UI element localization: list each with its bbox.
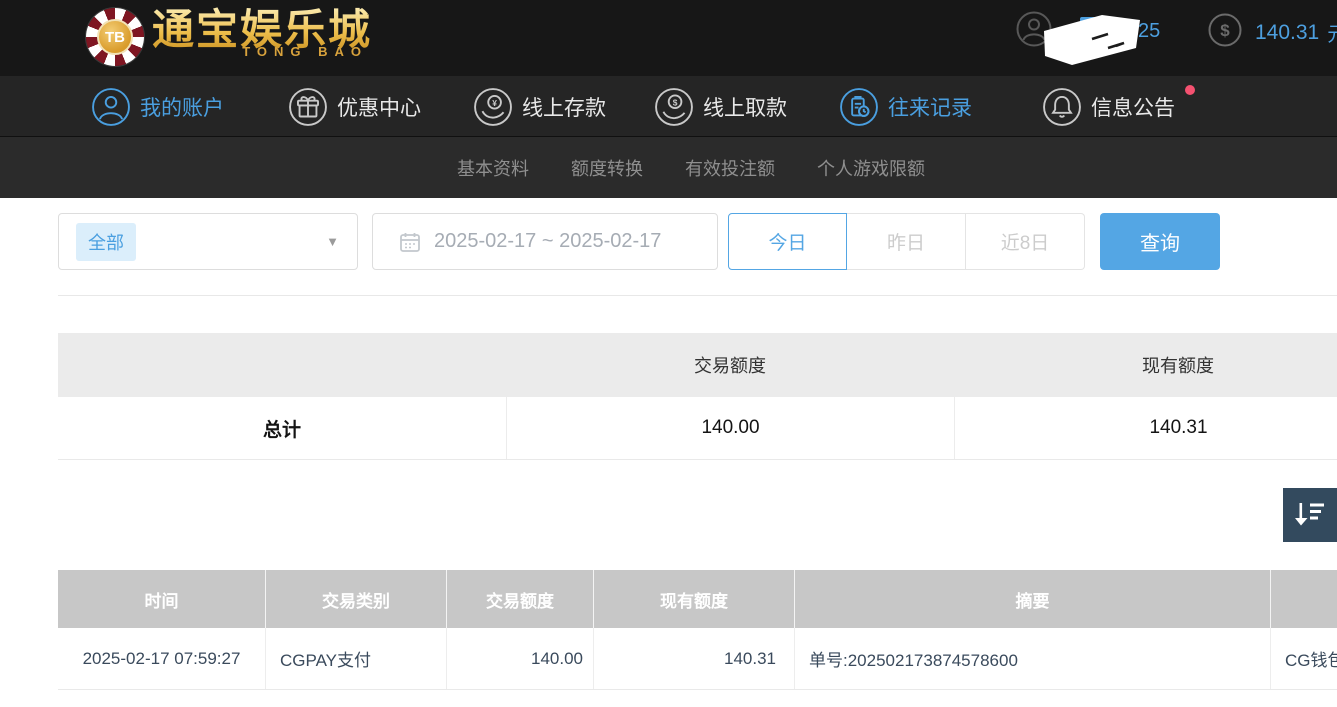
subnav-basic-info[interactable]: 基本资料 <box>457 155 529 181</box>
main-nav: 我的账户 优惠中心 ¥ 线上存款 <box>0 76 1337 137</box>
notification-badge <box>1185 85 1195 95</box>
user-icon <box>1016 11 1052 52</box>
user-account[interactable]: 25 <box>1016 11 1160 52</box>
balance[interactable]: $ 140.31 元 <box>1208 13 1337 52</box>
divider <box>58 295 1337 296</box>
summary-total-transaction-amount: 140.00 <box>506 397 954 459</box>
today-button[interactable]: 今日 <box>728 213 847 270</box>
top-header: TB 通宝娱乐城 TONG BAO 25 <box>0 0 1337 76</box>
svg-text:$: $ <box>1220 21 1230 40</box>
page: TB 通宝娱乐城 TONG BAO 25 <box>0 0 1337 707</box>
tx-col-time: 时间 <box>58 570 266 628</box>
calendar-icon <box>399 231 421 253</box>
summary-col-current-balance: 现有额度 <box>954 352 1337 378</box>
balance-currency: 元 <box>1327 18 1337 47</box>
nav-label: 优惠中心 <box>337 92 421 122</box>
summary-total-label: 总计 <box>58 415 506 442</box>
subnav-game-limits[interactable]: 个人游戏限额 <box>817 155 925 181</box>
summary-total-row: 总计 140.00 140.31 <box>58 397 1337 460</box>
tx-cell-balance: 140.31 <box>594 628 795 689</box>
brand-logo[interactable]: TB 通宝娱乐城 TONG BAO <box>86 2 372 66</box>
subnav-valid-bets[interactable]: 有效投注额 <box>685 155 775 181</box>
tx-cell-time: 2025-02-17 07:59:27 <box>58 628 266 689</box>
quick-date-buttons: 今日 昨日 近8日 <box>728 213 1085 270</box>
table-row: 2025-02-17 07:59:27 CGPAY支付 140.00 140.3… <box>58 628 1337 690</box>
summary-table: 交易额度 现有额度 总计 140.00 140.31 <box>58 333 1337 460</box>
redaction-scribble <box>1042 15 1144 67</box>
tx-cell-summary: 单号:202502173874578600 <box>795 628 1271 689</box>
summary-total-current-balance: 140.31 <box>954 397 1337 459</box>
bell-icon <box>1043 88 1081 126</box>
type-select[interactable]: 全部 ▼ <box>58 213 358 270</box>
sort-button[interactable] <box>1283 488 1337 542</box>
summary-table-header: 交易额度 现有额度 <box>58 333 1337 397</box>
sort-descending-icon <box>1294 501 1326 530</box>
username-visible: 25 <box>1138 20 1160 43</box>
sub-nav: 基本资料 额度转换 有效投注额 个人游戏限额 <box>0 137 1337 198</box>
nav-item-deposit[interactable]: ¥ 线上存款 <box>474 76 606 137</box>
tx-col-amount: 交易额度 <box>447 570 594 628</box>
nav-item-withdraw[interactable]: $ 线上取款 <box>655 76 787 137</box>
last8days-button[interactable]: 近8日 <box>966 213 1085 270</box>
nav-label: 信息公告 <box>1091 92 1175 122</box>
nav-item-announcements[interactable]: 信息公告 <box>1043 76 1175 137</box>
brand-chip-label: TB <box>97 19 133 55</box>
brand-name-en: TONG BAO <box>242 44 372 59</box>
svg-text:$: $ <box>673 97 678 107</box>
query-button[interactable]: 查询 <box>1100 213 1220 270</box>
svg-text:¥: ¥ <box>492 97 497 107</box>
tx-col-type: 交易类别 <box>266 570 447 628</box>
nav-label: 我的账户 <box>140 92 224 122</box>
nav-item-my-account[interactable]: 我的账户 <box>92 76 224 137</box>
dollar-icon: $ <box>1208 13 1242 52</box>
gift-icon <box>289 88 327 126</box>
transactions-table: 时间 交易类别 交易额度 现有额度 摘要 备注 2025-02-17 07:59… <box>58 570 1337 690</box>
brand-chip-icon: TB <box>86 8 144 66</box>
nav-item-records[interactable]: 往来记录 <box>840 76 972 137</box>
tx-col-summary: 摘要 <box>795 570 1271 628</box>
yesterday-button[interactable]: 昨日 <box>847 213 966 270</box>
date-range-value: 2025-02-17 ~ 2025-02-17 <box>434 230 661 253</box>
redacted-text-sliver <box>1080 17 1102 22</box>
user-icon <box>92 88 130 126</box>
type-select-value: 全部 <box>76 223 136 261</box>
nav-label: 线上取款 <box>703 92 787 122</box>
tx-cell-amount: 140.00 <box>447 628 594 689</box>
nav-item-promotions[interactable]: 优惠中心 <box>289 76 421 137</box>
subnav-credit-transfer[interactable]: 额度转换 <box>571 155 643 181</box>
summary-col-transaction-amount: 交易额度 <box>506 352 954 378</box>
tx-col-balance: 现有额度 <box>594 570 795 628</box>
transactions-table-header: 时间 交易类别 交易额度 现有额度 摘要 备注 <box>58 570 1337 628</box>
records-icon <box>840 88 878 126</box>
nav-label: 线上存款 <box>522 92 606 122</box>
chevron-down-icon: ▼ <box>326 234 339 249</box>
deposit-icon: ¥ <box>474 88 512 126</box>
tx-cell-type: CGPAY支付 <box>266 628 447 689</box>
tx-col-remark: 备注 <box>1271 570 1337 628</box>
balance-amount: 140.31 <box>1255 21 1319 45</box>
date-range-input[interactable]: 2025-02-17 ~ 2025-02-17 <box>372 213 718 270</box>
tx-cell-remark: CG钱包 <box>1271 628 1337 689</box>
withdraw-icon: $ <box>655 88 693 126</box>
nav-label: 往来记录 <box>888 92 972 122</box>
